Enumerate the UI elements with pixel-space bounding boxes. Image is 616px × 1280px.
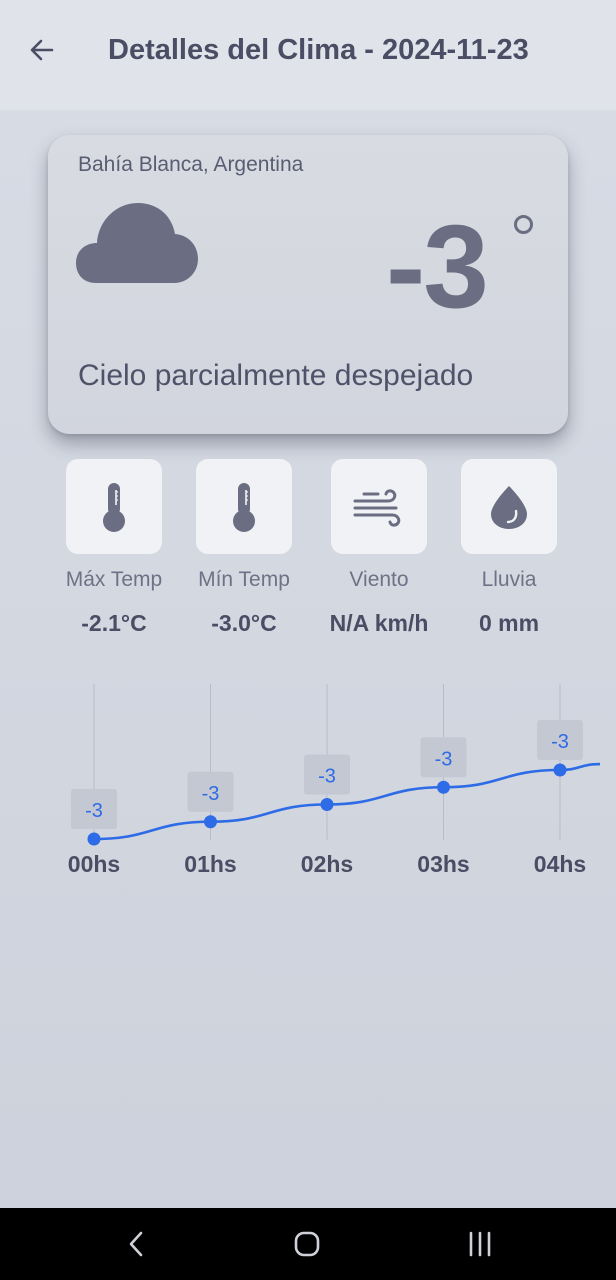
value-label-03hs: -3 [435, 748, 453, 770]
degree-symbol [514, 215, 533, 234]
data-point-01hs [204, 815, 217, 829]
max-temp-icon-box [66, 459, 162, 554]
water-drop-icon [491, 485, 527, 529]
thermometer-icon [103, 482, 125, 532]
wind-value: N/A km/h [329, 610, 429, 636]
max-temp-value: -2.1°C [81, 610, 147, 636]
app-header: Detalles del Clima - 2024-11-23 [0, 0, 616, 110]
rain-value: 0 mm [478, 610, 540, 636]
location-label: Bahía Blanca, Argentina [78, 153, 304, 176]
data-point-04hs [553, 763, 567, 777]
nav-home-icon [294, 1231, 320, 1257]
min-temp-icon-box [196, 459, 292, 554]
nav-back-icon [129, 1231, 143, 1257]
rain-label: Lluvia [481, 568, 537, 591]
min-temp-label: Mín Temp [198, 568, 290, 591]
nav-home-button[interactable] [285, 1224, 329, 1264]
value-label-00hs: -3 [85, 800, 103, 822]
value-label-01hs: -3 [202, 783, 220, 805]
value-label-04hs: -3 [551, 731, 569, 753]
hour-label-02hs: 02hs [301, 851, 353, 877]
max-temp-label: Máx Temp [65, 568, 163, 591]
nav-back-button[interactable] [114, 1224, 158, 1264]
value-label-02hs: -3 [318, 766, 336, 788]
hour-label-04hs: 04hs [534, 851, 586, 877]
rain-icon-box [461, 459, 557, 554]
current-temperature: -3 [386, 201, 489, 333]
cloud-icon [76, 203, 198, 283]
back-button[interactable] [22, 30, 62, 70]
hour-label-01hs: 01hs [184, 851, 236, 877]
weather-condition: Cielo parcialmente despejado [78, 359, 474, 392]
system-nav-bar [0, 1208, 616, 1280]
wind-icon [353, 488, 401, 527]
data-point-03hs [437, 780, 450, 794]
current-weather-card: Bahía Blanca, Argentina -3 Cielo parcial… [48, 135, 568, 434]
min-temp-value: -3.0°C [211, 610, 277, 636]
nav-recents-button[interactable] [458, 1224, 502, 1264]
hour-label-03hs: 03hs [417, 851, 469, 877]
data-point-00hs [87, 832, 101, 846]
thermometer-icon [233, 482, 255, 532]
nav-recents-icon [469, 1231, 491, 1257]
wind-label: Viento [349, 568, 409, 591]
wind-icon-box [331, 459, 427, 554]
hourly-temperature-chart: -3 00hs -3 01hs -3 02hs -3 03hs -3 04hs [68, 684, 601, 877]
arrow-left-icon [30, 39, 54, 61]
data-point-02hs [320, 798, 334, 811]
hour-label-00hs: 00hs [68, 851, 120, 877]
page-title: Detalles del Clima - 2024-11-23 [108, 34, 529, 66]
